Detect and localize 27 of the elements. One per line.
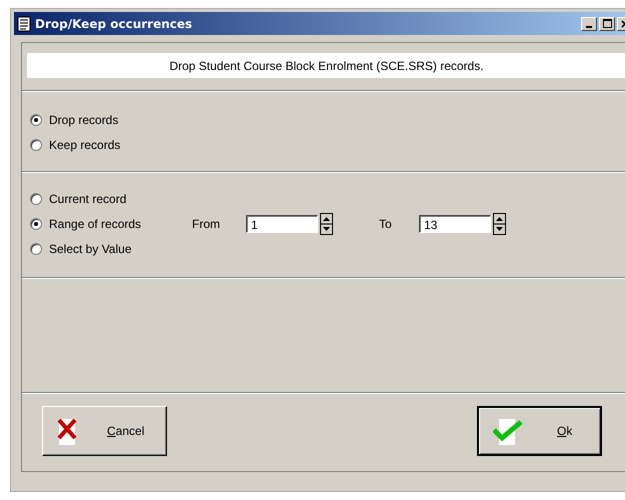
spinner-icon[interactable] <box>320 212 333 234</box>
from-label: From <box>192 216 221 230</box>
radio-button[interactable] <box>30 242 42 254</box>
option-label[interactable]: Current record <box>49 192 192 206</box>
checkmark-icon <box>493 416 523 446</box>
option-label[interactable]: Drop records <box>49 112 118 126</box>
option-label[interactable]: Keep records <box>49 138 120 152</box>
radio-button[interactable] <box>30 192 42 204</box>
radio-button[interactable] <box>30 114 42 126</box>
window-title: Drop/Keep occurrences <box>35 16 194 30</box>
document-icon <box>17 16 31 32</box>
cancel-button[interactable]: Cancel <box>42 406 167 456</box>
maximize-button[interactable] <box>599 16 615 30</box>
maximize-icon <box>602 19 612 28</box>
to-label: To <box>379 216 393 230</box>
spinner-icon[interactable] <box>493 212 506 234</box>
to-field[interactable]: 13 <box>419 214 491 232</box>
option-label[interactable]: Select by Value <box>49 242 192 256</box>
cross-icon <box>57 416 79 446</box>
from-field[interactable]: 1 <box>246 214 318 232</box>
radio-button[interactable] <box>30 138 42 150</box>
minimize-icon <box>586 26 592 28</box>
message-text: Drop Student Course Block Enrolment (SCE.SRS) records. <box>27 53 625 78</box>
ok-button[interactable]: Ok <box>477 406 602 456</box>
radio-button[interactable] <box>30 218 42 230</box>
minimize-button[interactable] <box>581 16 597 30</box>
option-label[interactable]: Range of records <box>49 216 192 230</box>
